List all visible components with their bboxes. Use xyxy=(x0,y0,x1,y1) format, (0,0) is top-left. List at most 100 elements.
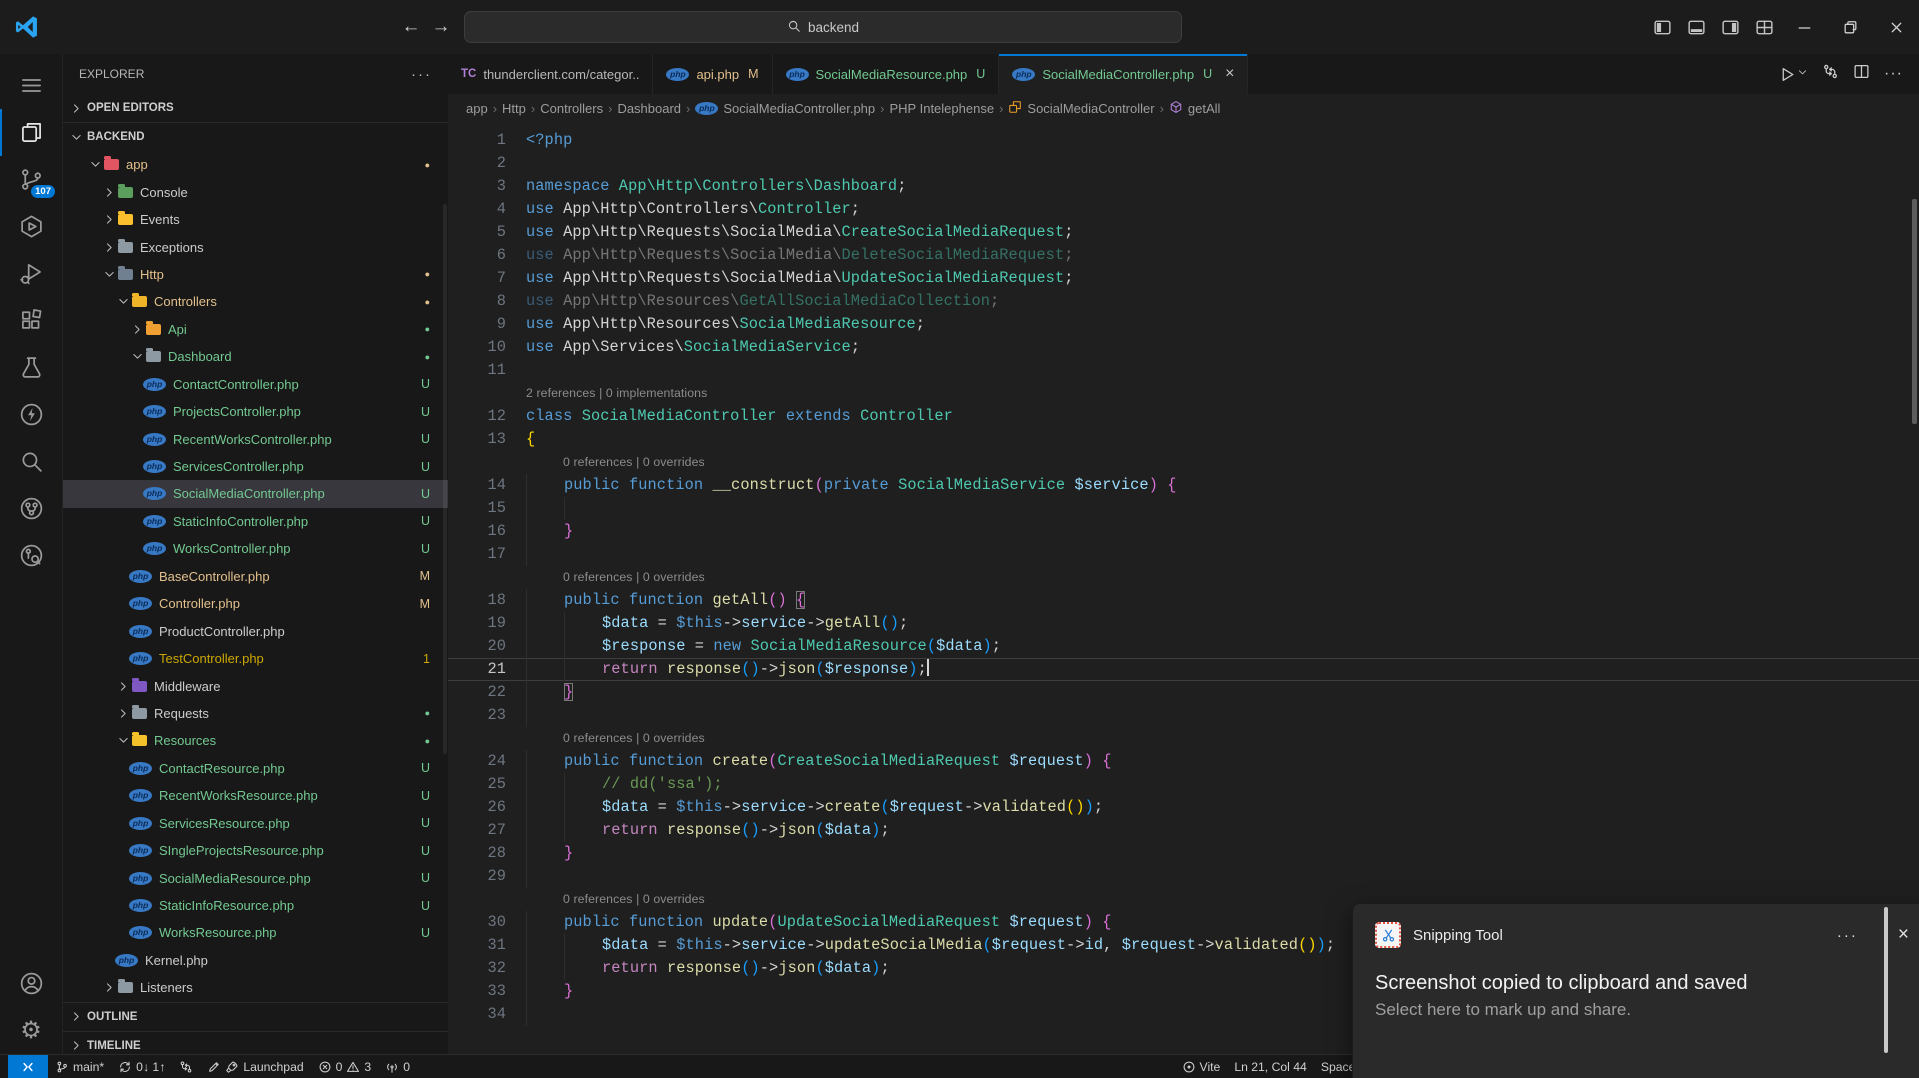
code-line-2[interactable]: 2 xyxy=(448,152,1919,175)
tab-api[interactable]: phpapi.phpM xyxy=(653,54,772,94)
tab-thunder[interactable]: TCthunderclient.com/categor.. xyxy=(448,54,653,94)
back-button[interactable]: ← xyxy=(396,16,426,38)
code-line-4[interactable]: 4use App\Http\Controllers\Controller; xyxy=(448,198,1919,221)
code-line-17[interactable]: 17 xyxy=(448,543,1919,566)
activity-search-icon[interactable] xyxy=(0,438,62,485)
status-git-sync[interactable]: 0↓ 1↑ xyxy=(111,1055,172,1078)
minimize-button[interactable] xyxy=(1781,0,1827,54)
status-git-compare[interactable] xyxy=(172,1055,200,1078)
code-line-11[interactable]: 11 xyxy=(448,359,1919,382)
tree-item-api[interactable]: Api● xyxy=(63,316,448,343)
activity-settings-icon[interactable]: ⚙ xyxy=(0,1007,62,1054)
explorer-more-actions-icon[interactable]: ··· xyxy=(411,66,432,83)
tree-item-productcontroller-php[interactable]: phpProductController.php xyxy=(63,617,448,644)
breadcrumb-item-php-intelephense[interactable]: PHP Intelephense xyxy=(890,101,995,116)
code-line-24[interactable]: 24public function create(CreateSocialMed… xyxy=(448,750,1919,773)
code-line-16[interactable]: 16} xyxy=(448,520,1919,543)
notification-close-icon[interactable]: × xyxy=(1898,924,1909,946)
tree-item-testcontroller-php[interactable]: phpTestController.php1 xyxy=(63,645,448,672)
breadcrumb-item-socialmediacontroller[interactable]: SocialMediaController xyxy=(1008,100,1154,117)
status-problems[interactable]: 03 xyxy=(311,1055,379,1078)
activity-testing-icon[interactable] xyxy=(0,344,62,391)
notification-scrollbar[interactable] xyxy=(1884,907,1888,1053)
toggle-sidebar-icon[interactable] xyxy=(1645,0,1679,54)
snipping-tool-notification[interactable]: Snipping Tool ··· × Screenshot copied to… xyxy=(1352,903,1919,1078)
codelens-references[interactable]: 0 references | 0 overrides xyxy=(563,731,705,745)
tree-item-console[interactable]: Console xyxy=(63,178,448,205)
tree-item-recentworkscontroller-php[interactable]: phpRecentWorksController.phpU xyxy=(63,425,448,452)
tree-item-exceptions[interactable]: Exceptions xyxy=(63,233,448,260)
section-timeline[interactable]: TIMELINE xyxy=(63,1031,448,1054)
codelens-references[interactable]: 2 references | 0 implementations xyxy=(526,386,707,400)
code-line-12[interactable]: 12class SocialMediaController extends Co… xyxy=(448,405,1919,428)
activity-menu-icon[interactable] xyxy=(0,62,62,109)
code-line-18[interactable]: 18public function getAll() { xyxy=(448,589,1919,612)
open-changes-icon[interactable] xyxy=(1822,63,1839,85)
status-remote[interactable] xyxy=(8,1055,48,1078)
tree-item-socialmediaresource-php[interactable]: phpSocialMediaResource.phpU xyxy=(63,864,448,891)
code-line-23[interactable]: 23 xyxy=(448,704,1919,727)
code-line-5[interactable]: 5use App\Http\Requests\SocialMedia\Creat… xyxy=(448,221,1919,244)
tree-item-recentworksresource-php[interactable]: phpRecentWorksResource.phpU xyxy=(63,782,448,809)
tree-item-http[interactable]: Http● xyxy=(63,261,448,288)
close-button[interactable] xyxy=(1873,0,1919,54)
code-line-13[interactable]: 13{ xyxy=(448,428,1919,451)
activity-git-graph-icon[interactable] xyxy=(0,485,62,532)
tree-item-listeners[interactable]: Listeners xyxy=(63,974,448,1001)
tree-item-controllers[interactable]: Controllers● xyxy=(63,288,448,315)
activity-containers-icon[interactable] xyxy=(0,203,62,250)
tree-item-middleware[interactable]: Middleware xyxy=(63,672,448,699)
breadcrumb-item-app[interactable]: app xyxy=(466,101,488,116)
tree-item-singleprojectsresource-php[interactable]: phpSIngleProjectsResource.phpU xyxy=(63,837,448,864)
codelens-references[interactable]: 0 references | 0 overrides xyxy=(563,570,705,584)
forward-button[interactable]: → xyxy=(426,16,456,38)
breadcrumb-item-dashboard[interactable]: Dashboard xyxy=(617,101,681,116)
tree-item-contactresource-php[interactable]: phpContactResource.phpU xyxy=(63,755,448,782)
code-line-1[interactable]: 1<?php xyxy=(448,129,1919,152)
editor-scrollbar[interactable] xyxy=(1912,199,1917,424)
restore-button[interactable] xyxy=(1827,0,1873,54)
code-line-9[interactable]: 9use App\Http\Resources\SocialMediaResou… xyxy=(448,313,1919,336)
split-editor-icon[interactable] xyxy=(1853,63,1870,85)
section-open-editors[interactable]: OPEN EDITORS xyxy=(63,94,448,122)
tree-item-servicesresource-php[interactable]: phpServicesResource.phpU xyxy=(63,810,448,837)
toggle-panel-icon[interactable] xyxy=(1679,0,1713,54)
status-ports[interactable]: 0 xyxy=(378,1055,417,1078)
code-line-7[interactable]: 7use App\Http\Requests\SocialMedia\Updat… xyxy=(448,267,1919,290)
breadcrumb-item-socialmediacontroller-php[interactable]: phpSocialMediaController.php xyxy=(695,101,875,116)
tree-item-controller-php[interactable]: phpController.phpM xyxy=(63,590,448,617)
code-line-6[interactable]: 6use App\Http\Requests\SocialMedia\Delet… xyxy=(448,244,1919,267)
codelens-row[interactable]: 0 references | 0 overrides xyxy=(448,451,1919,474)
sidebar-scrollbar[interactable] xyxy=(443,204,447,754)
tree-item-servicescontroller-php[interactable]: phpServicesController.phpU xyxy=(63,453,448,480)
activity-source-control-icon[interactable]: 107 xyxy=(0,156,62,203)
code-line-15[interactable]: 15 xyxy=(448,497,1919,520)
more-actions-icon[interactable]: ··· xyxy=(1884,65,1903,83)
tree-item-staticinfocontroller-php[interactable]: phpStaticInfoController.phpU xyxy=(63,508,448,535)
tree-item-socialmediacontroller-php[interactable]: phpSocialMediaController.phpU xyxy=(63,480,448,507)
activity-accounts-icon[interactable] xyxy=(0,960,62,1007)
customize-layout-icon[interactable] xyxy=(1747,0,1781,54)
codelens-row[interactable]: 0 references | 0 overrides xyxy=(448,566,1919,589)
tree-item-projectscontroller-php[interactable]: phpProjectsController.phpU xyxy=(63,398,448,425)
codelens-references[interactable]: 0 references | 0 overrides xyxy=(563,455,705,469)
code-line-25[interactable]: 25// dd('ssa'); xyxy=(448,773,1919,796)
activity-run-debug-icon[interactable] xyxy=(0,250,62,297)
section-outline[interactable]: OUTLINE xyxy=(63,1002,448,1031)
codelens-row[interactable]: 2 references | 0 implementations xyxy=(448,382,1919,405)
breadcrumb-item-controllers[interactable]: Controllers xyxy=(540,101,603,116)
code-line-20[interactable]: 20$response = new SocialMediaResource($d… xyxy=(448,635,1919,658)
breadcrumb-item-http[interactable]: Http xyxy=(502,101,526,116)
code-line-28[interactable]: 28} xyxy=(448,842,1919,865)
activity-thunder-client-icon[interactable] xyxy=(0,391,62,438)
tree-item-events[interactable]: Events xyxy=(63,206,448,233)
tree-item-workscontroller-php[interactable]: phpWorksController.phpU xyxy=(63,535,448,562)
tree-item-dashboard[interactable]: Dashboard● xyxy=(63,343,448,370)
tree-item-requests[interactable]: Requests● xyxy=(63,700,448,727)
section-backend[interactable]: BACKEND xyxy=(63,122,448,151)
tree-item-app[interactable]: app● xyxy=(63,151,448,178)
code-line-8[interactable]: 8use App\Http\Resources\GetAllSocialMedi… xyxy=(448,290,1919,313)
code-line-10[interactable]: 10use App\Services\SocialMediaService; xyxy=(448,336,1919,359)
code-line-27[interactable]: 27return response()->json($data); xyxy=(448,819,1919,842)
code-line-22[interactable]: 22} xyxy=(448,681,1919,704)
